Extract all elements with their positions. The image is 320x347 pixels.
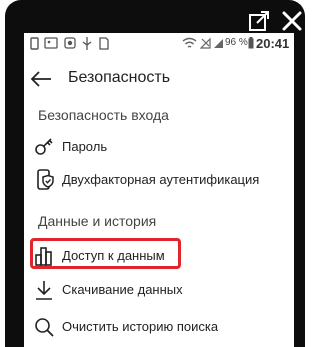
wifi-icon [182, 37, 197, 48]
settings-item-download-data[interactable]: Скачивание данных [24, 275, 294, 305]
battery-percent: 96 % [225, 37, 248, 48]
page-title: Безопасность [68, 69, 171, 86]
settings-item-label: Пароль [62, 139, 108, 154]
image-icon [44, 37, 58, 49]
settings-item-two-factor[interactable]: Двухфакторная аутентификация [24, 165, 294, 195]
settings-item-clear-search[interactable]: Очистить историю поиска [24, 312, 294, 342]
back-arrow-icon[interactable] [30, 70, 52, 88]
download-icon [36, 281, 52, 300]
section-header-data-history: Данные и история [38, 213, 157, 229]
key-icon [35, 138, 53, 155]
open-external-icon[interactable] [248, 10, 270, 32]
status-bar: 96 % 20:41 [24, 33, 294, 54]
sim-icon [99, 37, 109, 50]
phone-screen: 96 % 20:41 Безопасность Безопасность вхо… [24, 33, 294, 347]
settings-item-label: Очистить историю поиска [62, 319, 219, 334]
app-bar: Безопасность [24, 54, 294, 104]
phone-icon [30, 37, 39, 50]
device-frame: 96 % 20:41 Безопасность Безопасность вхо… [5, 0, 305, 347]
search-icon [35, 318, 54, 337]
settings-item-password[interactable]: Пароль [24, 132, 294, 162]
usb-icon [82, 37, 92, 50]
no-signal-icon [200, 37, 211, 49]
phone-shield-icon [37, 169, 54, 190]
section-header-login-security: Безопасность входа [38, 107, 169, 123]
battery-icon [248, 37, 254, 49]
settings-item-label: Двухфакторная аутентификация [62, 172, 260, 187]
close-icon[interactable] [281, 10, 303, 32]
signal-icon [214, 39, 223, 48]
radio-icon [64, 37, 76, 49]
clock: 20:41 [256, 36, 290, 51]
settings-item-label: Скачивание данных [62, 282, 183, 297]
highlight-box [30, 238, 181, 269]
